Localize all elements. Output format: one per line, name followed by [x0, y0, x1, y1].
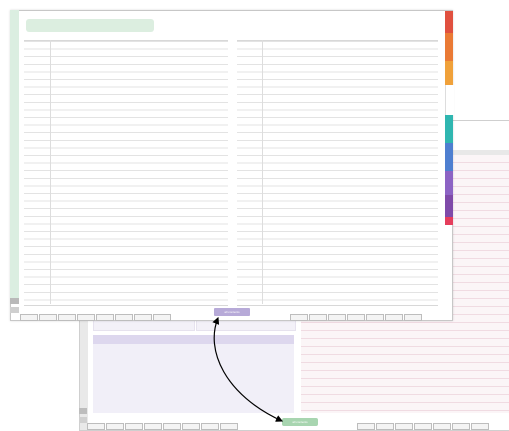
left-ruled-column [24, 40, 228, 306]
front-nav-tab[interactable] [385, 314, 403, 321]
front-left-strip [10, 10, 19, 298]
back-nav-tab[interactable] [414, 423, 432, 430]
front-sidebar-icon-1[interactable] [10, 298, 19, 304]
side-tab-1[interactable] [445, 11, 453, 33]
front-nav-tab[interactable] [328, 314, 346, 321]
all-contents-button-back[interactable]: all contents [282, 418, 318, 426]
front-bottom-nav-left [20, 314, 171, 321]
right-ruled-column [237, 40, 438, 306]
back-nav-tab[interactable] [376, 423, 394, 430]
back-purple-header [93, 335, 294, 344]
front-nav-tab[interactable] [366, 314, 384, 321]
back-bottom-nav-left [87, 423, 238, 431]
side-tab-4[interactable] [445, 85, 454, 115]
front-nav-tab[interactable] [404, 314, 422, 321]
side-tab-9[interactable] [445, 217, 453, 225]
front-bottom-nav-right [290, 314, 422, 321]
back-purple-section [93, 335, 294, 413]
back-nav-tab[interactable] [163, 423, 181, 430]
front-nav-tab[interactable] [20, 314, 38, 321]
front-nav-tab[interactable] [290, 314, 308, 321]
side-tab-5[interactable] [445, 115, 453, 143]
back-nav-tab[interactable] [201, 423, 219, 430]
side-tab-2[interactable] [445, 33, 453, 61]
front-nav-tab[interactable] [134, 314, 152, 321]
back-nav-tab[interactable] [125, 423, 143, 430]
back-nav-tab[interactable] [106, 423, 124, 430]
left-margin-line [50, 40, 51, 304]
back-top-field-1[interactable] [93, 320, 195, 331]
page-title-field[interactable] [26, 19, 154, 32]
back-nav-tab[interactable] [395, 423, 413, 430]
back-nav-tab[interactable] [220, 423, 238, 430]
side-tab-6[interactable] [445, 143, 453, 171]
side-tab-7[interactable] [445, 171, 453, 195]
back-nav-tab[interactable] [452, 423, 470, 430]
front-nav-tab[interactable] [115, 314, 133, 321]
front-nav-tab[interactable] [347, 314, 365, 321]
side-tab-3[interactable] [445, 61, 453, 85]
back-bottom-nav-right [357, 423, 489, 431]
front-nav-tab[interactable] [77, 314, 95, 321]
front-nav-tab[interactable] [153, 314, 171, 321]
front-nav-tab[interactable] [309, 314, 327, 321]
back-top-field-2[interactable] [196, 320, 296, 331]
back-nav-tab[interactable] [471, 423, 489, 430]
all-contents-button[interactable]: all contents [214, 308, 250, 316]
front-nav-tab[interactable] [58, 314, 76, 321]
front-nav-tab[interactable] [96, 314, 114, 321]
right-margin-line [262, 40, 263, 304]
back-nav-tab[interactable] [433, 423, 451, 430]
back-nav-tab[interactable] [182, 423, 200, 430]
back-nav-tab[interactable] [357, 423, 375, 430]
front-sidebar-icon-2[interactable] [10, 307, 19, 313]
back-sidebar-icon-1[interactable] [79, 408, 87, 414]
side-tab-8[interactable] [445, 195, 453, 217]
front-nav-tab[interactable] [39, 314, 57, 321]
back-nav-tab[interactable] [144, 423, 162, 430]
back-sidebar-icon-2[interactable] [79, 417, 87, 423]
back-nav-tab[interactable] [87, 423, 105, 430]
